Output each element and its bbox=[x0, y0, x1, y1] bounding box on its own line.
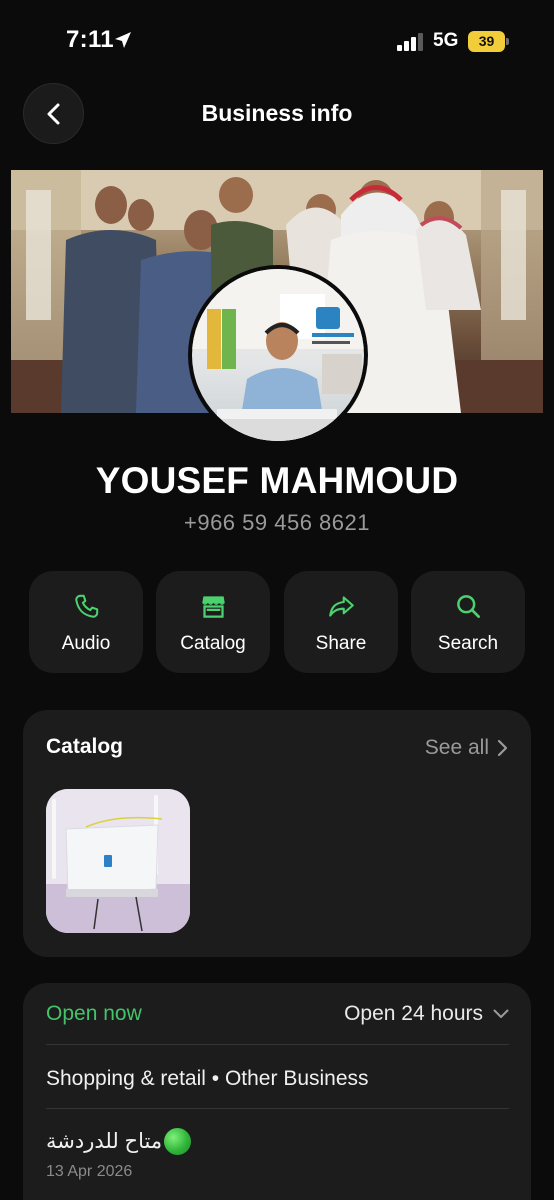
page-title: Business info bbox=[201, 100, 353, 126]
avatar-image bbox=[192, 269, 364, 441]
audio-button[interactable]: Audio bbox=[29, 571, 143, 673]
catalog-label: Catalog bbox=[180, 633, 246, 654]
battery-level: 39 bbox=[468, 31, 505, 52]
business-category: Shopping & retail • Other Business bbox=[46, 1067, 369, 1090]
see-all-link[interactable]: See all bbox=[425, 736, 509, 760]
router-image bbox=[46, 789, 190, 933]
network-type: 5G bbox=[433, 30, 459, 51]
about-date: 13 Apr 2026 bbox=[46, 1163, 133, 1180]
status-time: 7:11 bbox=[66, 26, 114, 53]
about-status: متاح للدردشة bbox=[46, 1128, 192, 1155]
signal-bars-icon bbox=[397, 33, 423, 51]
search-label: Search bbox=[437, 633, 499, 654]
green-circle-icon bbox=[164, 1128, 192, 1155]
location-arrow-icon bbox=[115, 32, 131, 48]
catalog-title: Catalog bbox=[46, 735, 124, 758]
about-text: متاح للدردشة bbox=[46, 1130, 163, 1153]
hours-dropdown[interactable]: Open 24 hours bbox=[344, 1002, 509, 1026]
see-all-label: See all bbox=[424, 736, 489, 759]
chevron-right-icon bbox=[497, 739, 508, 757]
status-bar: 7:11 5G 39 bbox=[0, 0, 554, 80]
divider bbox=[46, 1044, 509, 1045]
profile-phone: +966 59 456 8621 bbox=[183, 510, 370, 535]
open-status: Open now bbox=[46, 1002, 142, 1025]
catalog-item-thumbnail[interactable] bbox=[46, 789, 190, 933]
divider bbox=[46, 1108, 509, 1109]
phone-icon bbox=[75, 594, 99, 618]
storefront-icon bbox=[202, 596, 225, 618]
search-icon bbox=[457, 595, 480, 618]
audio-label: Audio bbox=[61, 633, 111, 654]
search-button[interactable]: Search bbox=[411, 571, 525, 673]
action-buttons: Audio Catalog Share Search bbox=[29, 571, 526, 673]
battery-icon: 39 bbox=[468, 31, 509, 52]
share-arrow-icon bbox=[329, 596, 354, 617]
profile-avatar[interactable] bbox=[188, 265, 368, 445]
chevron-down-icon bbox=[493, 1009, 509, 1018]
catalog-section: Catalog See all bbox=[23, 710, 531, 957]
share-label: Share bbox=[315, 633, 367, 654]
catalog-button[interactable]: Catalog bbox=[156, 571, 270, 673]
share-button[interactable]: Share bbox=[284, 571, 398, 673]
profile-name: YOUSEF MAHMOUD bbox=[95, 460, 459, 501]
business-hours-section: Open now Open 24 hours Shopping & retail… bbox=[23, 983, 531, 1200]
hours-label: Open 24 hours bbox=[344, 1002, 483, 1025]
